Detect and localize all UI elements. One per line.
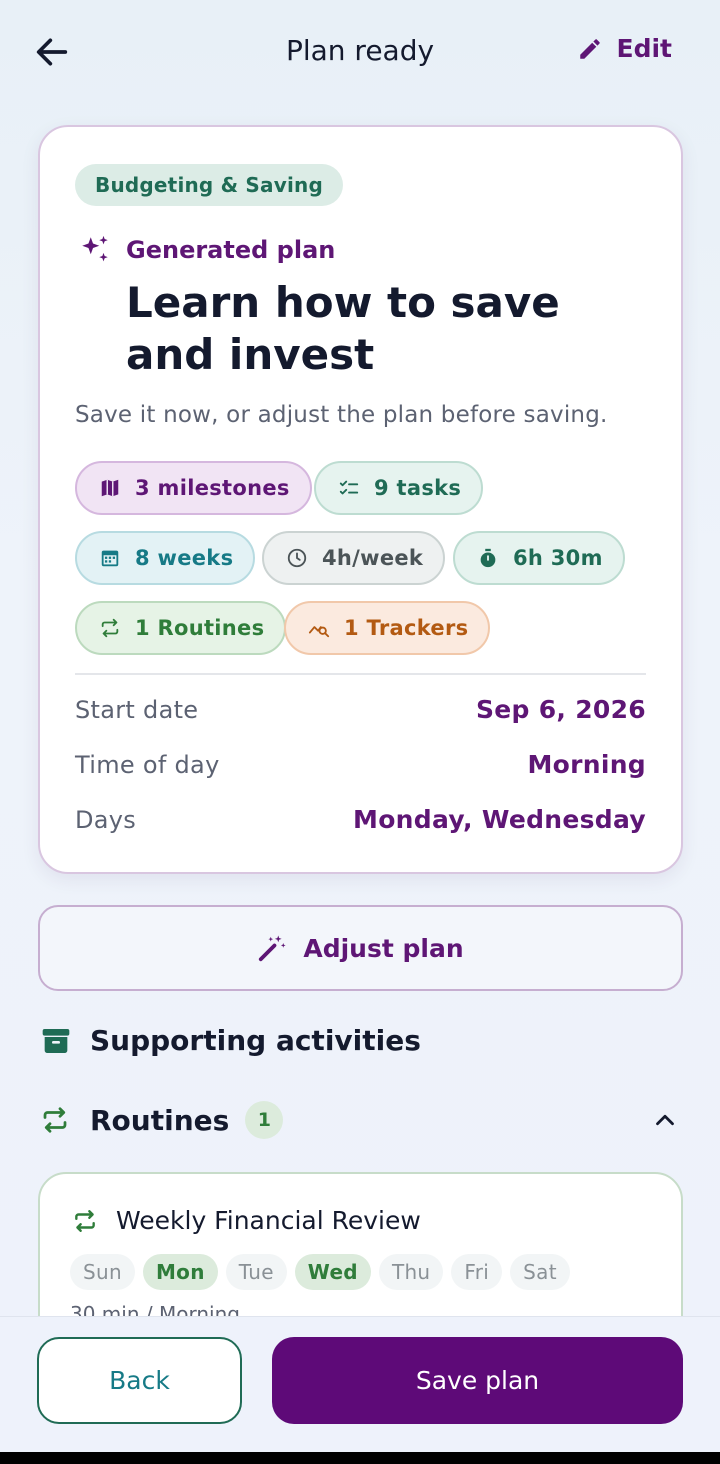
milestones-label: 3 milestones (135, 476, 290, 500)
clock-icon (287, 548, 307, 568)
system-nav-bar (0, 1452, 720, 1464)
total-time-label: 6h 30m (513, 546, 603, 570)
trackers-chip: 1 Trackers (284, 601, 491, 655)
tasks-chip: 9 tasks (314, 461, 484, 515)
trackers-chip-label: 1 Trackers (344, 616, 469, 640)
day-tue: Tue (225, 1254, 287, 1290)
details-divider (75, 673, 646, 675)
day-sat: Sat (510, 1254, 570, 1290)
plan-summary-card: Budgeting & Saving Generated plan Learn … (38, 125, 683, 874)
routine-title-row: Weekly Financial Review (72, 1206, 421, 1235)
detail-row-days: Days Monday, Wednesday (75, 805, 646, 834)
map-icon (101, 479, 119, 497)
plan-title: Learn how to save and invest (126, 278, 560, 379)
detail-label: Time of day (75, 750, 220, 779)
weeks-chip: 8 weeks (75, 531, 256, 585)
day-fri: Fri (451, 1254, 503, 1290)
sparkle-icon (82, 235, 108, 262)
trend-search-icon (308, 626, 330, 638)
hours-per-week-label: 4h/week (322, 546, 424, 570)
section-title: Supporting activities (90, 1024, 421, 1057)
chevron-up-icon[interactable] (650, 1105, 680, 1135)
routines-count-badge: 1 (245, 1101, 284, 1139)
category-chip: Budgeting & Saving (75, 164, 343, 206)
supporting-activities-header: Supporting activities (40, 1024, 421, 1057)
day-wed: Wed (294, 1254, 371, 1290)
weeks-label: 8 weeks (135, 546, 234, 570)
pencil-icon (579, 38, 600, 59)
plan-subtitle: Save it now, or adjust the plan before s… (75, 402, 608, 428)
day-sun: Sun (70, 1254, 135, 1290)
day-thu: Thu (378, 1254, 444, 1290)
milestones-chip: 3 milestones (75, 461, 312, 515)
routine-days: Sun Mon Tue Wed Thu Fri Sat (70, 1254, 570, 1290)
repeat-icon (101, 618, 119, 638)
detail-value: Morning (527, 750, 646, 779)
bottom-action-bar: Back Save plan (0, 1316, 720, 1452)
adjust-plan-label: Adjust plan (303, 933, 464, 963)
routines-title: Routines (90, 1103, 230, 1137)
archive-box-icon (42, 1028, 70, 1053)
magic-wand-icon (259, 935, 286, 962)
routine-title: Weekly Financial Review (116, 1206, 421, 1235)
detail-row-time-of-day: Time of day Morning (75, 750, 646, 779)
checklist-icon (339, 480, 359, 495)
generated-plan-row: Generated plan (78, 233, 335, 267)
back-button[interactable]: Back (37, 1337, 242, 1424)
routines-chip: 1 Routines (75, 601, 287, 655)
routines-section-toggle[interactable]: Routines 1 (40, 1100, 680, 1140)
tasks-label: 9 tasks (374, 476, 462, 500)
save-plan-button[interactable]: Save plan (272, 1337, 683, 1424)
day-mon: Mon (142, 1254, 218, 1290)
repeat-icon (43, 1107, 67, 1133)
detail-label: Days (75, 805, 137, 834)
detail-value: Monday, Wednesday (353, 805, 646, 834)
hours-per-week-chip: 4h/week (262, 531, 446, 585)
generated-plan-label: Generated plan (126, 236, 336, 264)
stopwatch-icon (480, 548, 496, 568)
total-time-chip: 6h 30m (453, 531, 625, 585)
edit-label: Edit (616, 34, 673, 63)
detail-value: Sep 6, 2026 (475, 695, 646, 724)
detail-row-start-date: Start date Sep 6, 2026 (75, 695, 646, 724)
repeat-icon (75, 1209, 95, 1232)
edit-button[interactable]: Edit (577, 34, 673, 63)
top-app-bar: Plan ready Edit (0, 0, 720, 104)
adjust-plan-button[interactable]: Adjust plan (38, 905, 683, 991)
detail-label: Start date (75, 695, 199, 724)
calendar-icon (101, 550, 119, 567)
routines-chip-label: 1 Routines (135, 616, 265, 640)
